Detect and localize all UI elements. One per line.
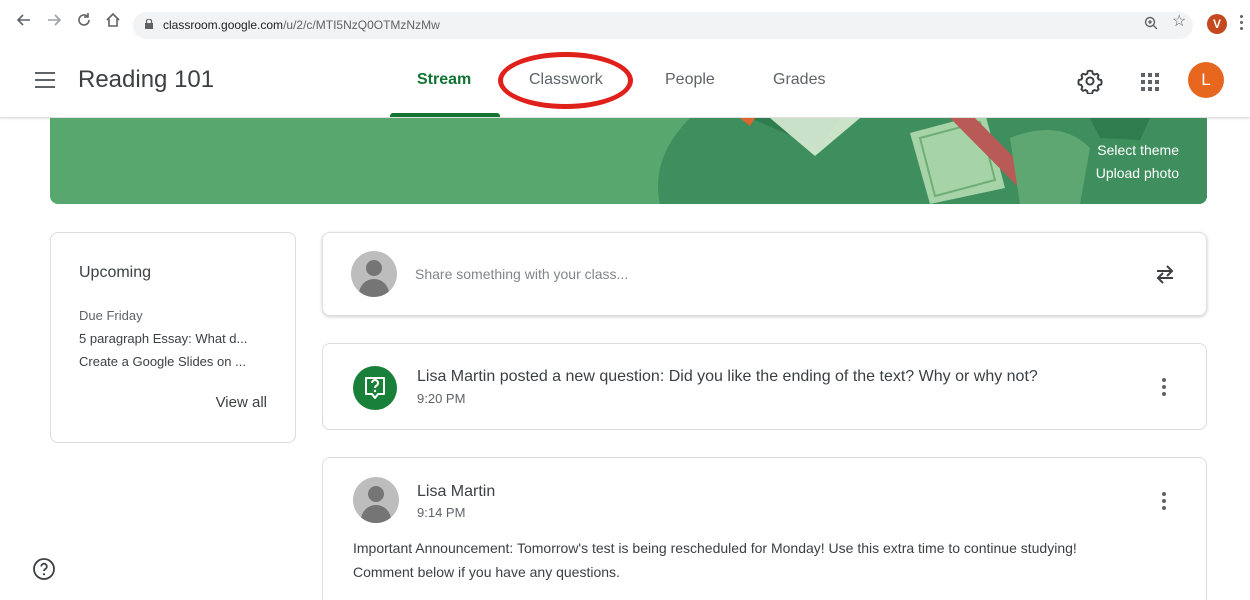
tab-stream[interactable]: Stream [417, 71, 471, 89]
class-banner: Select theme Upload photo [50, 118, 1207, 204]
tab-people[interactable]: People [665, 71, 715, 89]
post-time: 9:20 PM [417, 391, 466, 406]
view-all-link[interactable]: View all [216, 394, 267, 411]
banner-illustration [658, 118, 1207, 204]
active-tab-indicator [390, 113, 500, 117]
share-box[interactable]: Share something with your class... [322, 232, 1207, 316]
browser-menu-icon[interactable] [1240, 15, 1244, 31]
author-avatar [353, 477, 399, 523]
url-path: /u/2/c/MTI5NzQ0OTMzNzMw [283, 18, 440, 32]
tab-grades[interactable]: Grades [773, 71, 825, 89]
address-bar[interactable]: classroom.google.com/u/2/c/MTI5NzQ0OTMzN… [133, 12, 1193, 39]
post-author: Lisa Martin [417, 483, 496, 500]
post-time: 9:14 PM [417, 505, 466, 520]
help-icon[interactable] [32, 557, 56, 581]
classwork-highlight-annotation [498, 52, 633, 109]
forward-icon[interactable] [44, 12, 64, 32]
class-settings-gear-icon[interactable] [1077, 68, 1103, 94]
back-icon[interactable] [14, 12, 34, 32]
upcoming-item[interactable]: 5 paragraph Essay: What d... [79, 331, 279, 346]
lock-icon [145, 19, 153, 29]
home-icon[interactable] [103, 12, 123, 32]
upcoming-item[interactable]: Create a Google Slides on ... [79, 354, 279, 369]
url-text: classroom.google.com/u/2/c/MTI5NzQ0OTMzN… [163, 18, 440, 32]
upcoming-title: Upcoming [79, 264, 152, 281]
stream-post-announcement: Lisa Martin 9:14 PM Important Announceme… [322, 457, 1207, 600]
due-label: Due Friday [79, 308, 143, 323]
reload-icon[interactable] [74, 12, 94, 32]
post-options-icon[interactable] [1162, 492, 1166, 510]
url-host: classroom.google.com [163, 18, 284, 32]
share-input[interactable]: Share something with your class... [415, 266, 628, 282]
upcoming-panel: Upcoming Due Friday 5 paragraph Essay: W… [50, 232, 296, 443]
upload-photo-link[interactable]: Upload photo [1096, 165, 1179, 181]
post-title[interactable]: Lisa Martin posted a new question: Did y… [417, 368, 1038, 386]
class-title[interactable]: Reading 101 [78, 66, 214, 94]
classroom-header: Reading 101 Stream Classwork People Grad… [0, 44, 1250, 118]
select-theme-link[interactable]: Select theme [1097, 142, 1179, 158]
stream-post-question[interactable]: Lisa Martin posted a new question: Did y… [322, 343, 1207, 430]
browser-profile-avatar[interactable]: V [1207, 14, 1227, 34]
user-avatar [351, 251, 397, 297]
account-avatar[interactable]: L [1188, 62, 1224, 98]
post-body-line: Important Announcement: Tomorrow's test … [353, 540, 1077, 556]
browser-toolbar: classroom.google.com/u/2/c/MTI5NzQ0OTMzN… [0, 0, 1250, 44]
zoom-icon[interactable] [1144, 16, 1158, 30]
bookmark-star-icon[interactable]: ☆ [1172, 13, 1186, 31]
question-icon [353, 366, 397, 410]
post-body-line: Comment below if you have any questions. [353, 564, 620, 580]
main-menu-icon[interactable] [35, 72, 55, 88]
reuse-post-icon[interactable] [1153, 262, 1177, 286]
post-body: Important Announcement: Tomorrow's test … [353, 536, 1173, 584]
google-apps-icon[interactable] [1140, 72, 1160, 92]
post-options-icon[interactable] [1162, 378, 1166, 396]
